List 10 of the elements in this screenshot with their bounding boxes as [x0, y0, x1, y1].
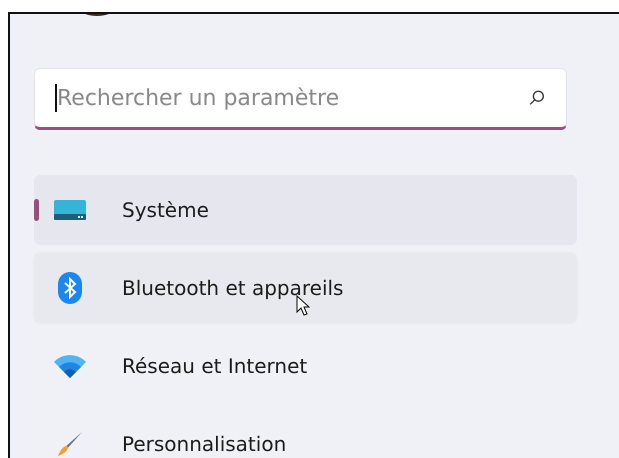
nav-item[interactable]: Bluetooth et appareils [34, 253, 577, 323]
search-field[interactable]: Rechercher un paramètre [34, 68, 567, 130]
search-input[interactable]: Rechercher un paramètre [57, 86, 528, 110]
search-icon[interactable] [528, 89, 546, 107]
system-monitor-icon [54, 198, 86, 222]
nav-item[interactable]: Personnalisation [34, 409, 577, 458]
nav-item[interactable]: Réseau et Internet [34, 331, 577, 401]
wifi-icon [54, 354, 86, 378]
selection-indicator [34, 199, 39, 221]
nav-item[interactable]: Système [34, 175, 577, 245]
